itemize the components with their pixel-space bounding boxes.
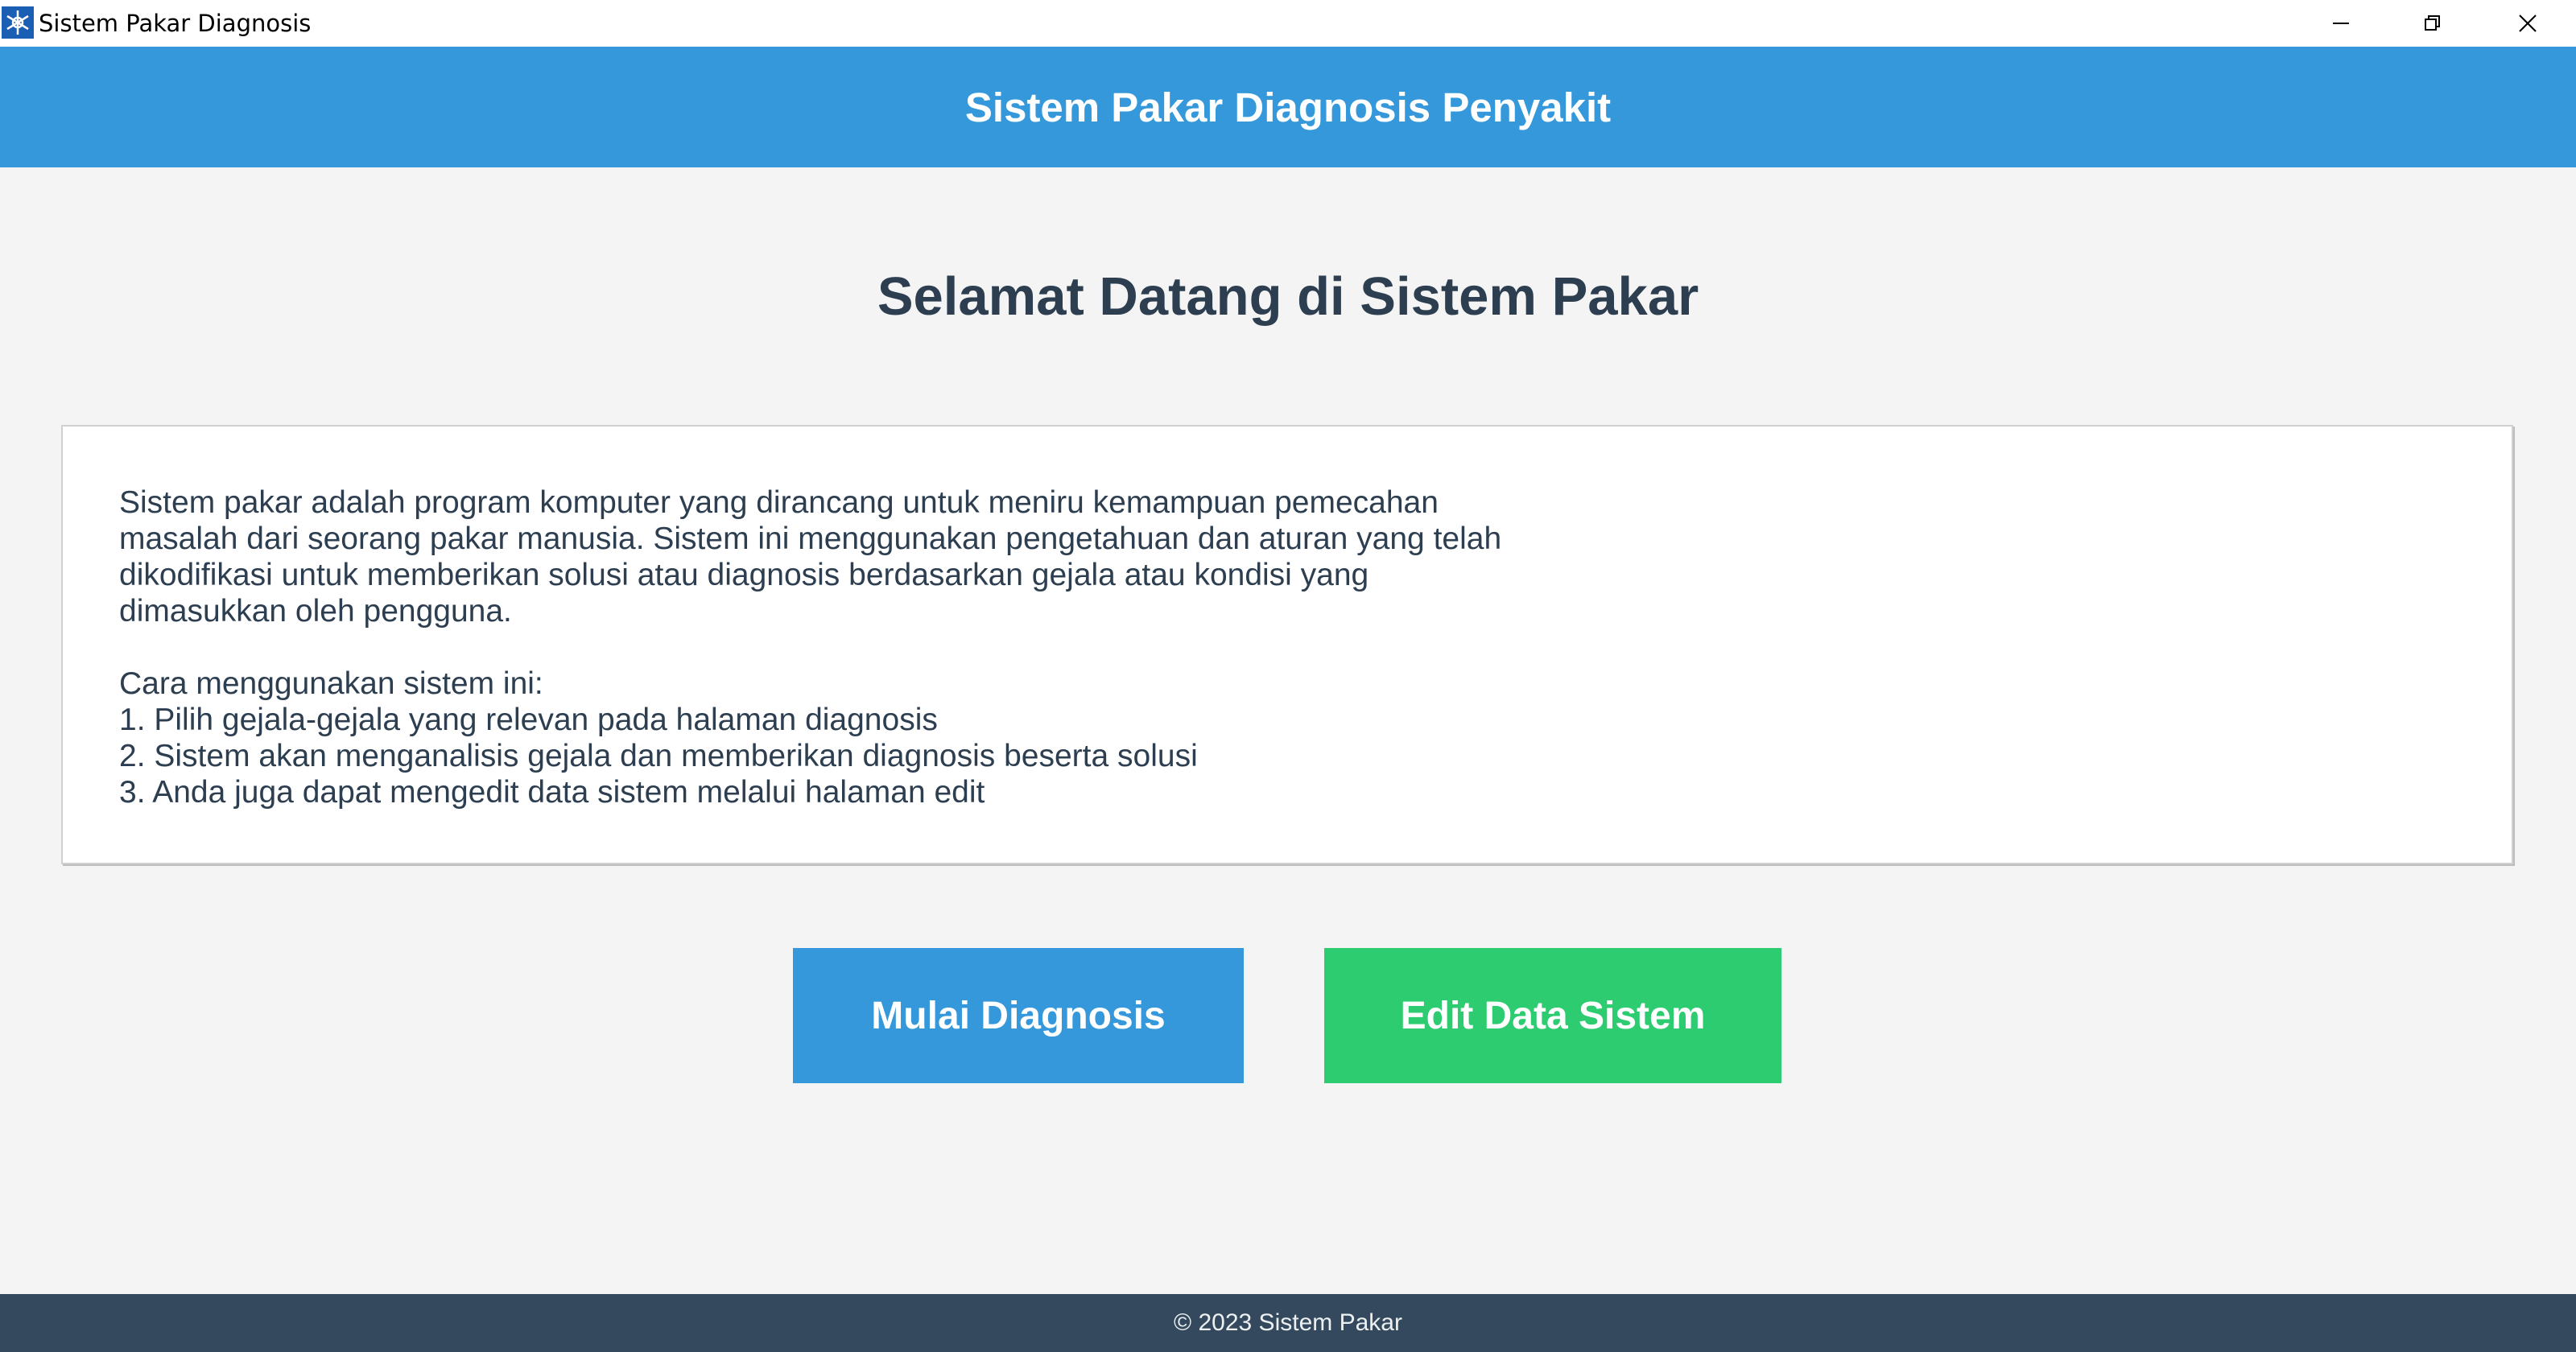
footer-copyright: © 2023 Sistem Pakar — [1174, 1309, 1402, 1336]
restore-icon — [2425, 15, 2440, 31]
close-button[interactable] — [2481, 0, 2574, 47]
description-line: masalah dari seorang pakar manusia. Sist… — [119, 521, 1502, 556]
window-title: Sistem Pakar Diagnosis — [39, 10, 312, 37]
edit-data-button[interactable]: Edit Data Sistem — [1324, 948, 1781, 1083]
app-icon — [2, 6, 34, 39]
minimize-icon — [2333, 23, 2349, 24]
info-text: Sistem pakar adalah program komputer yan… — [119, 484, 1568, 847]
welcome-title: Selamat Datang di Sistem Pakar — [877, 266, 1699, 327]
description-line: Sistem pakar adalah program komputer yan… — [119, 485, 1439, 520]
howto-section: Cara menggunakan sistem ini: 1. Pilih ge… — [119, 666, 1568, 810]
header-title: Sistem Pakar Diagnosis Penyakit — [964, 84, 1612, 130]
howto-step: 3. Anda juga dapat mengedit data sistem … — [119, 775, 985, 810]
close-icon — [2519, 14, 2537, 32]
description-line: dimasukkan oleh pengguna. — [119, 594, 512, 629]
minimize-button[interactable] — [2294, 0, 2388, 47]
restore-button[interactable] — [2386, 0, 2479, 47]
description-line: dikodifikasi untuk memberikan solusi ata… — [119, 558, 1369, 592]
app-footer: © 2023 Sistem Pakar — [0, 1294, 2576, 1352]
app-header: Sistem Pakar Diagnosis Penyakit — [0, 47, 2576, 167]
description-paragraph: Sistem pakar adalah program komputer yan… — [119, 484, 1568, 629]
howto-step: 1. Pilih gejala-gejala yang relevan pada… — [119, 703, 938, 737]
app-window: Sistem Pakar Diagnosis Sistem Pakar Diag… — [0, 0, 2576, 1352]
title-bar[interactable]: Sistem Pakar Diagnosis — [0, 0, 2576, 47]
howto-title: Cara menggunakan sistem ini: — [119, 666, 543, 701]
start-diagnosis-button[interactable]: Mulai Diagnosis — [793, 948, 1244, 1083]
info-panel: Sistem pakar adalah program komputer yan… — [61, 425, 2513, 864]
howto-step: 2. Sistem akan menganalisis gejala dan m… — [119, 739, 1198, 773]
